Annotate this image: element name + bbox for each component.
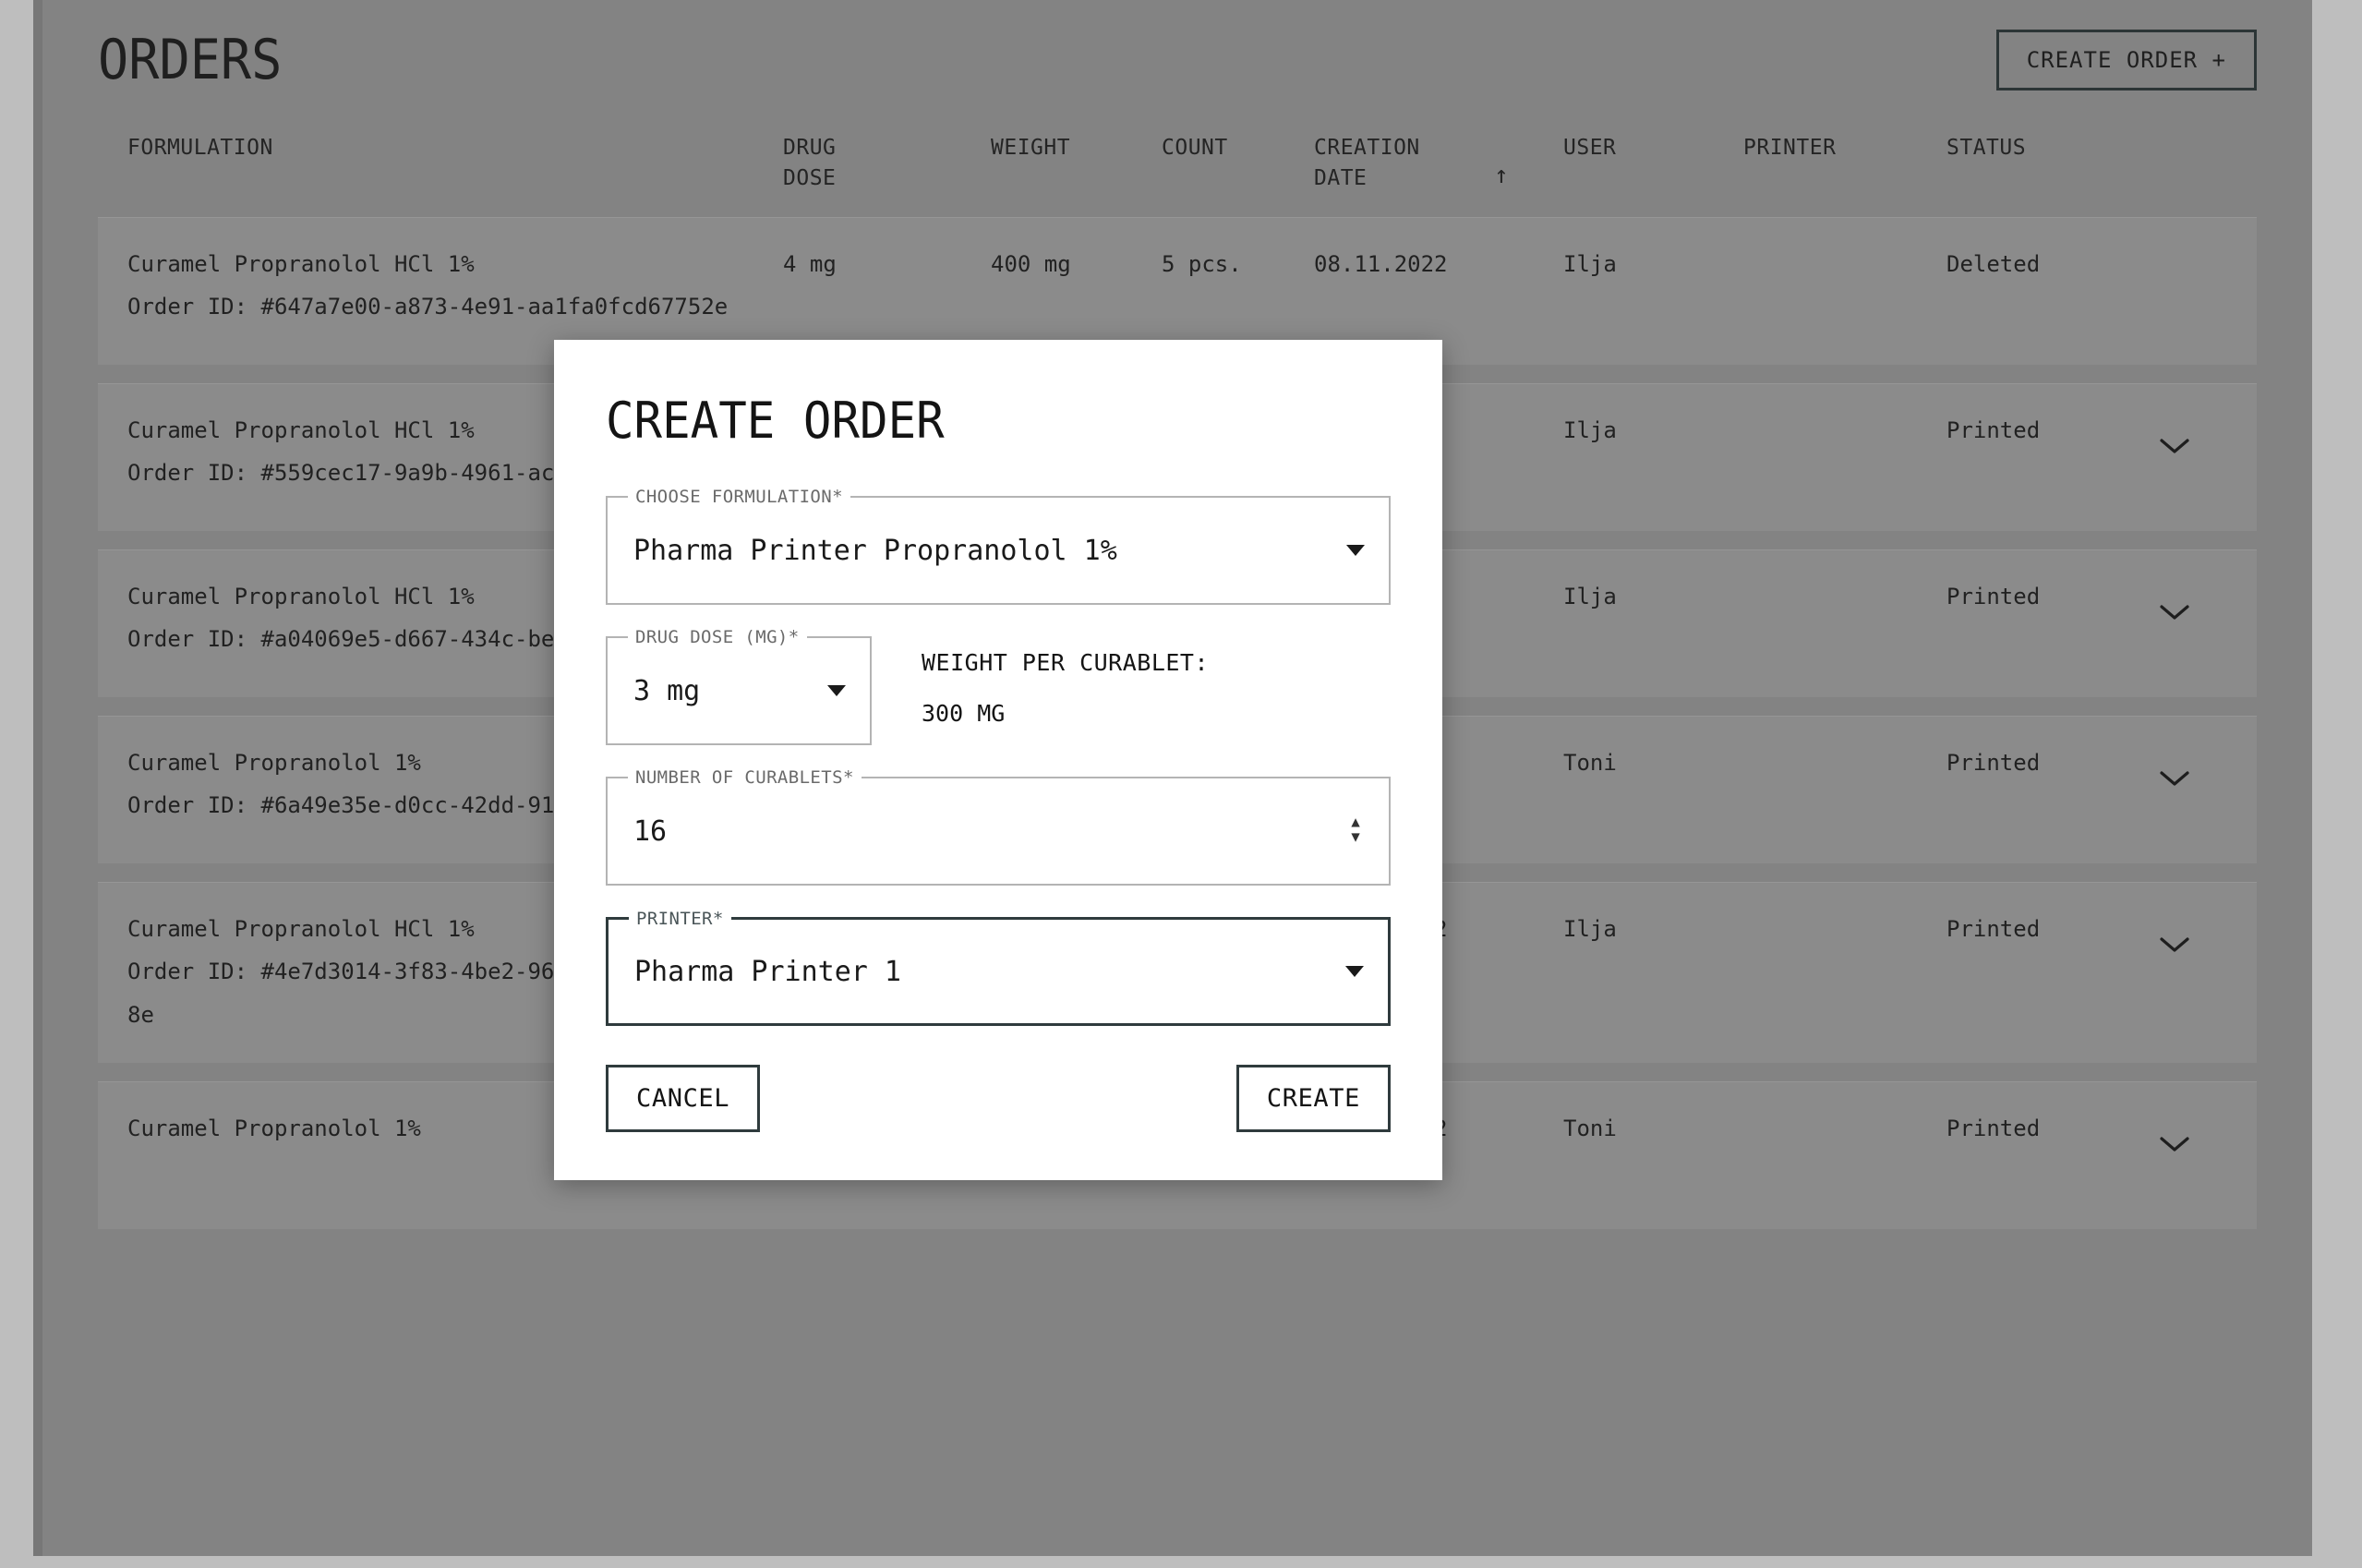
number-stepper-icon[interactable]: ▲ ▼ [1348, 818, 1363, 845]
number-of-curablets-label: NUMBER OF CURABLETS* [628, 767, 862, 788]
dialog-actions: CANCEL CREATE [606, 1065, 1391, 1132]
formulation-select-value: Pharma Printer Propranolol 1% [633, 535, 1117, 567]
printer-select-label: PRINTER* [629, 909, 731, 929]
stepper-down-icon[interactable]: ▼ [1348, 833, 1363, 845]
weight-per-curablet-info: WEIGHT PER CURABLET: 300 MG [922, 636, 1209, 727]
stepper-up-icon[interactable]: ▲ [1348, 818, 1363, 830]
drug-dose-select[interactable]: DRUG DOSE (MG)* 3 mg [606, 636, 872, 745]
printer-select-value: Pharma Printer 1 [634, 956, 901, 988]
printer-select[interactable]: PRINTER* Pharma Printer 1 [606, 917, 1391, 1026]
chevron-down-icon[interactable] [1345, 966, 1364, 977]
chevron-down-icon[interactable] [827, 685, 846, 696]
orders-app: ORDERS CREATE ORDER + FORMULATION DRUG D… [0, 0, 2362, 1568]
weight-per-curablet-label: WEIGHT PER CURABLET: [922, 649, 1209, 676]
dialog-title: CREATE ORDER [606, 392, 1344, 450]
number-of-curablets-value: 16 [633, 815, 667, 848]
create-button[interactable]: CREATE [1236, 1065, 1391, 1132]
dose-section: DRUG DOSE (MG)* 3 mg WEIGHT PER CURABLET… [606, 636, 1391, 745]
number-of-curablets-input[interactable]: NUMBER OF CURABLETS* 16 ▲ ▼ [606, 777, 1391, 886]
create-order-dialog: CREATE ORDER CHOOSE FORMULATION* Pharma … [554, 340, 1442, 1180]
drug-dose-select-label: DRUG DOSE (MG)* [628, 627, 807, 647]
cancel-button[interactable]: CANCEL [606, 1065, 760, 1132]
chevron-down-icon[interactable] [1346, 545, 1365, 556]
formulation-select-label: CHOOSE FORMULATION* [628, 487, 850, 507]
weight-per-curablet-value: 300 MG [922, 700, 1209, 727]
drug-dose-select-value: 3 mg [633, 675, 700, 707]
formulation-select[interactable]: CHOOSE FORMULATION* Pharma Printer Propr… [606, 496, 1391, 605]
